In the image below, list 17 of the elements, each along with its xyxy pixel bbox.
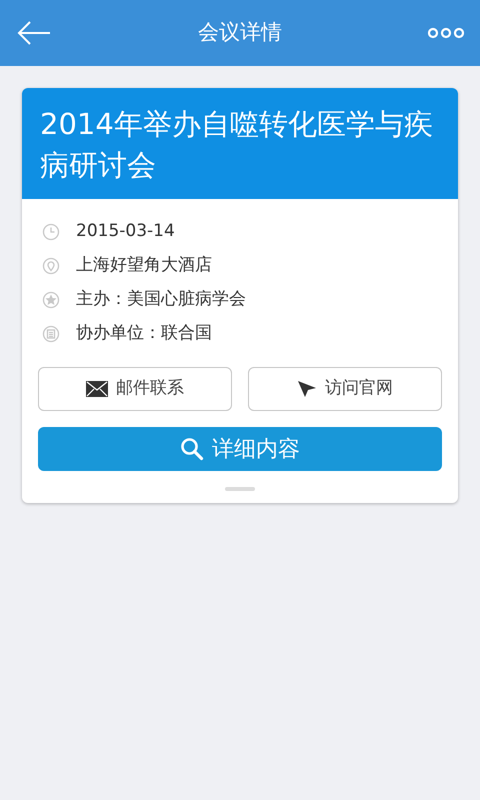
more-icon[interactable] xyxy=(428,27,464,39)
list-icon xyxy=(42,325,60,344)
search-icon xyxy=(180,437,204,462)
info-text: 上海好望角大酒店 xyxy=(76,254,212,278)
clock-icon xyxy=(42,223,60,242)
mail-button[interactable]: 邮件联系 xyxy=(38,367,232,412)
info-text: 2015-03-14 xyxy=(76,220,175,244)
info-text: 主办：美国心脏病学会 xyxy=(76,288,246,312)
meeting-title: 2014年举办自噬转化医学与疾病研讨会 xyxy=(22,88,458,200)
website-button[interactable]: 访问官网 xyxy=(248,367,442,412)
drag-handle[interactable] xyxy=(225,487,255,492)
page-title: 会议详情 xyxy=(198,19,282,46)
envelope-icon xyxy=(86,381,108,398)
paper-plane-icon xyxy=(297,380,317,398)
back-icon[interactable] xyxy=(16,20,52,46)
info-text: 协办单位：联合国 xyxy=(76,322,212,346)
location-pin-icon xyxy=(42,257,60,276)
